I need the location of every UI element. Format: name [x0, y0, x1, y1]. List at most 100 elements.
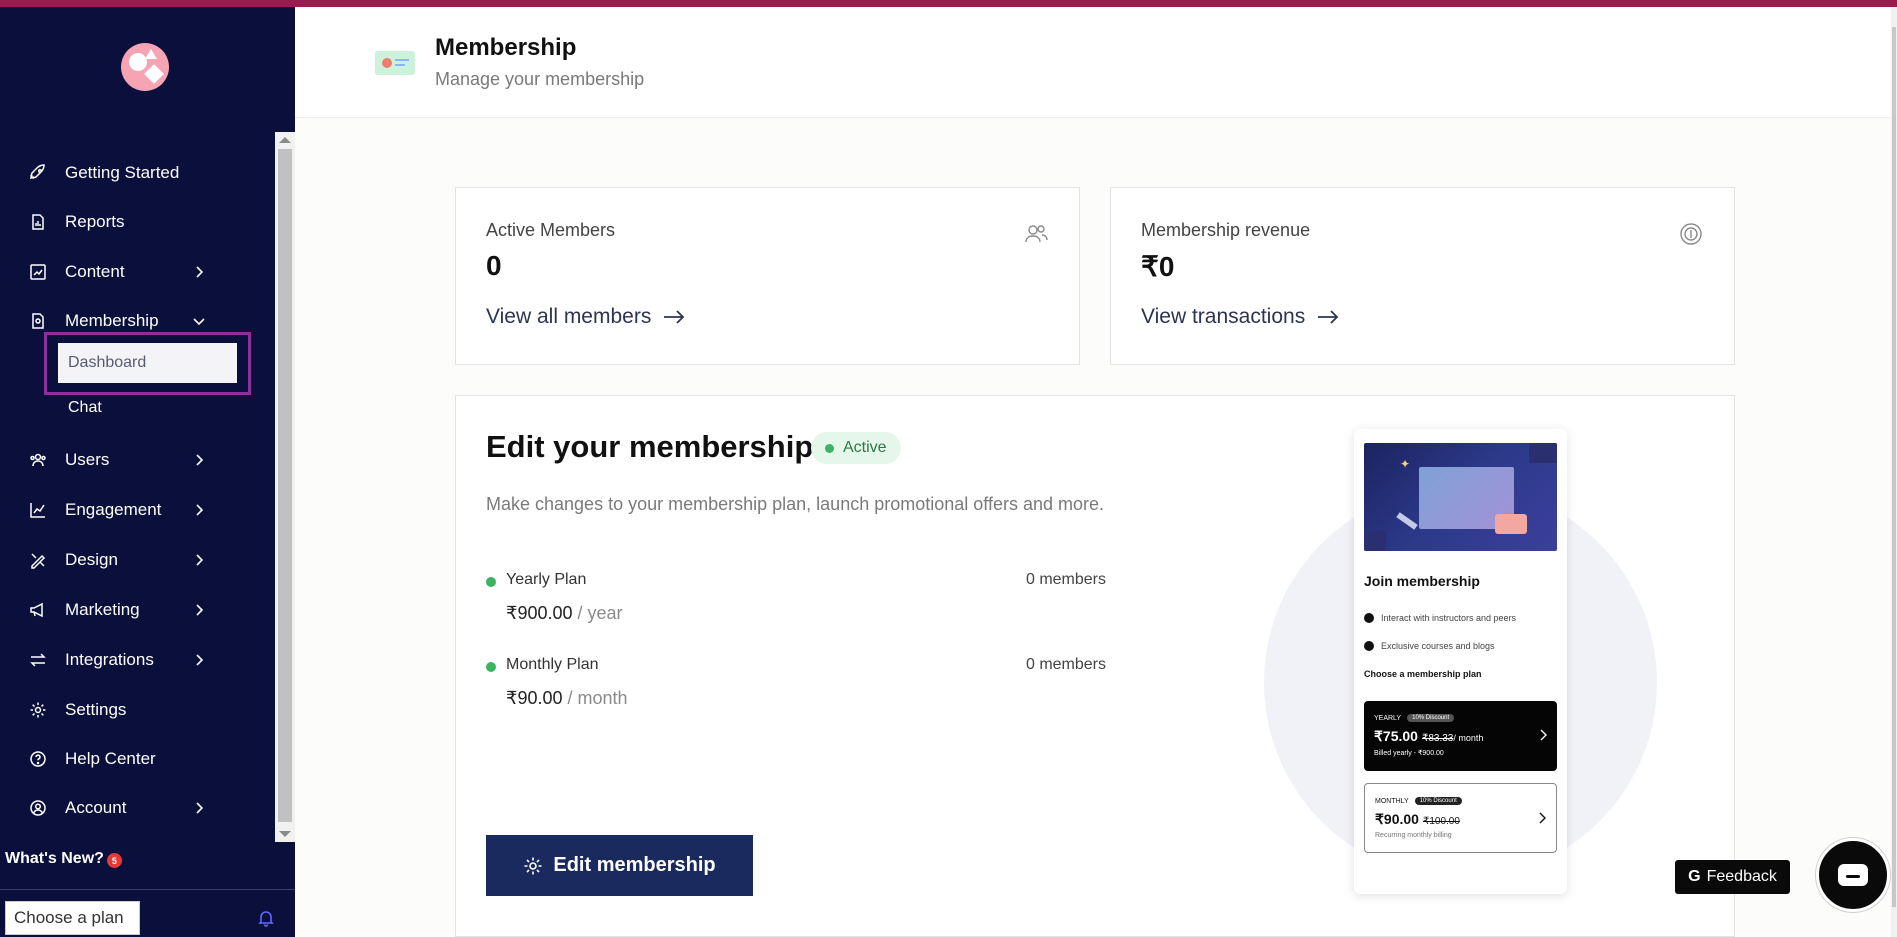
membership-card-icon: [375, 51, 415, 75]
sidebar-item-label: Design: [65, 550, 118, 569]
chevron-right-icon: [192, 503, 206, 517]
choose-plan-button[interactable]: Choose a plan: [5, 901, 140, 935]
feature-label: Interact with instructors and peers: [1381, 613, 1517, 623]
feedback-logo-icon: G: [1688, 868, 1701, 885]
sidebar-item-content[interactable]: Content: [0, 252, 275, 292]
sidebar-divider: [0, 889, 295, 890]
plan-price: ₹90.00 / month: [506, 688, 628, 709]
discount-badge: 10% Discount: [1407, 714, 1455, 722]
view-transactions-link[interactable]: View transactions: [1141, 305, 1339, 329]
page-subtitle: Manage your membership: [435, 69, 645, 89]
sidebar-item-label: Marketing: [65, 600, 140, 619]
preview-feature: Interact with instructors and peers: [1364, 613, 1516, 623]
chart-icon: [29, 501, 47, 519]
stat-label: Active Members: [486, 220, 616, 240]
sidebar-item-settings[interactable]: Settings: [0, 690, 275, 730]
plan-tag: MONTHLY 10% Discount: [1375, 797, 1462, 805]
preview-feature: Exclusive courses and blogs: [1364, 641, 1495, 651]
content-icon: [29, 263, 47, 281]
sidebar-item-label: Integrations: [65, 650, 154, 669]
plan-row-monthly: Monthly Plan 0 members ₹90.00 / month: [486, 656, 1106, 709]
plan-tag: YEARLY 10% Discount: [1374, 714, 1455, 722]
status-badge: Active: [811, 432, 901, 464]
edit-membership-description: Make changes to your membership plan, la…: [486, 494, 1105, 514]
plan-price: ₹900.00 / year: [506, 603, 623, 624]
plan-members: 0 members: [1025, 656, 1106, 673]
chevron-right-icon: [192, 801, 206, 815]
coin-icon: [1680, 223, 1702, 245]
scroll-down-arrow[interactable]: [279, 831, 291, 837]
preview-hero-illustration: ✦: [1364, 443, 1557, 551]
sidebar-item-account[interactable]: Account: [0, 788, 275, 828]
plan-note: Recurring monthly billing: [1375, 832, 1452, 839]
feature-label: Exclusive courses and blogs: [1381, 641, 1495, 651]
scroll-up-arrow[interactable]: [279, 137, 291, 143]
sidebar-item-help-center[interactable]: Help Center: [0, 739, 275, 779]
plan-old-price: ₹83.33: [1421, 733, 1454, 744]
edit-membership-button[interactable]: Edit membership: [486, 835, 753, 896]
page-scroll-thumb[interactable]: [1892, 27, 1896, 907]
sidebar: Getting Started Reports Content Membersh…: [0, 7, 295, 937]
whats-new-badge: 5: [106, 853, 122, 868]
plan-period: / month: [1453, 733, 1484, 743]
plan-price-period: / month: [562, 688, 628, 708]
stat-label: Membership revenue: [1141, 220, 1311, 240]
membership-revenue-card: Membership revenue ₹0 View transactions: [1110, 187, 1735, 365]
preview-title: Join membership: [1364, 573, 1480, 589]
plan-tag-label: YEARLY: [1374, 714, 1402, 722]
plan-price-period: / year: [572, 603, 623, 623]
sidebar-item-label: Account: [65, 798, 127, 817]
scroll-thumb[interactable]: [278, 149, 292, 822]
help-icon: [29, 750, 47, 768]
sidebar-item-label: Help Center: [65, 749, 156, 768]
feedback-label: Feedback: [1706, 868, 1777, 885]
sidebar-item-label: Settings: [65, 700, 127, 719]
plan-price-value: ₹75.00: [1374, 728, 1418, 744]
sidebar-item-design[interactable]: Design: [0, 540, 275, 580]
sidebar-item-integrations[interactable]: Integrations: [0, 640, 275, 680]
plan-price-value: ₹90.00: [1375, 811, 1419, 827]
feedback-button[interactable]: G Feedback: [1675, 860, 1790, 894]
chevron-right-icon: [1540, 729, 1547, 741]
plan-price: ₹90.00 ₹100.00: [1375, 811, 1460, 828]
sidebar-item-reports[interactable]: Reports: [0, 202, 275, 242]
sidebar-item-getting-started[interactable]: Getting Started: [0, 153, 275, 193]
megaphone-icon: [29, 601, 47, 619]
plan-members: 0 members: [1025, 571, 1106, 588]
plan-row-yearly: Yearly Plan 0 members ₹900.00 / year: [486, 571, 1106, 624]
chevron-right-icon: [1539, 812, 1546, 824]
status-dot: [825, 444, 834, 453]
sidebar-item-label: Getting Started: [65, 163, 180, 182]
preview-plan-monthly: MONTHLY 10% Discount ₹90.00 ₹100.00 Recur…: [1364, 783, 1557, 853]
sidebar-scrollbar[interactable]: [275, 132, 295, 842]
chat-bubble-icon: [1838, 864, 1868, 886]
sidebar-subitem-dashboard[interactable]: Dashboard: [58, 343, 237, 383]
page-title: Membership: [435, 34, 577, 61]
sidebar-item-marketing[interactable]: Marketing: [0, 590, 275, 630]
active-members-card: Active Members 0 View all members: [455, 187, 1080, 365]
sidebar-item-label: Users: [65, 450, 110, 469]
plan-old-price: ₹100.00: [1422, 816, 1460, 827]
preview-plan-yearly: YEARLY 10% Discount ₹75.00 ₹83.33/ month …: [1364, 701, 1557, 771]
whats-new-label: What's New?: [5, 850, 104, 867]
gear-icon: [524, 857, 542, 874]
bell-icon[interactable]: [257, 909, 275, 927]
plan-note: Billed yearly - ₹900.00: [1374, 750, 1444, 757]
link-label: View all members: [486, 305, 652, 328]
page-scrollbar[interactable]: [1891, 7, 1897, 937]
page-header: Membership Manage your membership: [295, 7, 1897, 118]
app-logo[interactable]: [121, 43, 169, 91]
sidebar-nav: Getting Started Reports Content Membersh…: [0, 137, 275, 842]
sidebar-item-users[interactable]: Users: [0, 440, 275, 480]
sidebar-item-label: Engagement: [65, 500, 162, 519]
membership-icon: [29, 312, 47, 330]
sidebar-item-label: Membership: [65, 311, 159, 330]
sidebar-subitem-chat[interactable]: Chat: [58, 389, 238, 427]
plan-name: Monthly Plan: [506, 656, 599, 673]
sidebar-item-engagement[interactable]: Engagement: [0, 490, 275, 530]
chat-button[interactable]: [1816, 838, 1890, 912]
whats-new-link[interactable]: What's New? 5: [5, 850, 122, 868]
plan-status-dot: [486, 662, 496, 672]
design-icon: [29, 551, 47, 569]
view-all-members-link[interactable]: View all members: [486, 305, 685, 329]
